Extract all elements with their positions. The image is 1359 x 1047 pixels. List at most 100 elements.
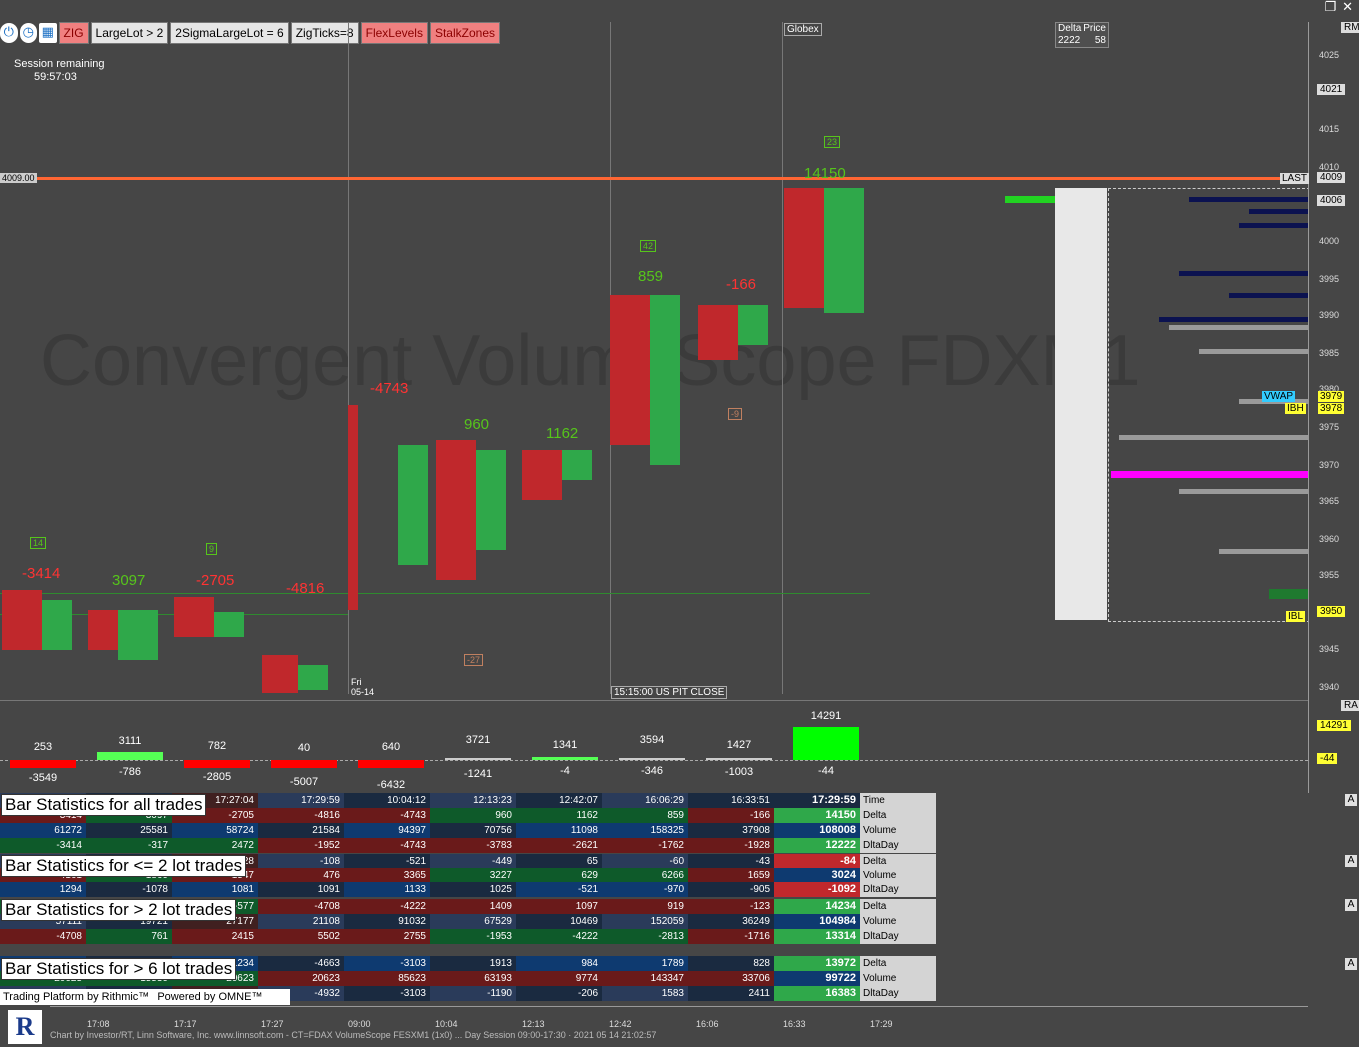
price-tick: 3970 bbox=[1319, 460, 1340, 470]
delta-histogram-panel: 253 -3549 3111 -786 782 -2805 40 -5007 6… bbox=[0, 700, 1308, 794]
stats-cell: -2813 bbox=[602, 929, 688, 944]
stats-row-label: Volume bbox=[860, 971, 936, 986]
histogram-axis[interactable]: RA 14291 -44 bbox=[1308, 700, 1359, 793]
zig-button[interactable]: ZIG bbox=[58, 22, 89, 44]
session-time: 59:57:03 bbox=[34, 71, 77, 83]
bar-delta-2: 3097 bbox=[112, 572, 146, 589]
rm-label[interactable]: RM bbox=[1341, 22, 1359, 33]
flexlevels-button[interactable]: FlexLevels bbox=[360, 22, 428, 44]
footprint-bar-2 bbox=[88, 610, 172, 670]
stats-cell: 25581 bbox=[86, 823, 172, 838]
largelot-button[interactable]: LargeLot > 2 bbox=[90, 22, 169, 44]
stats-flag-le2[interactable]: A bbox=[1345, 855, 1357, 867]
stats-cell: -4708 bbox=[258, 899, 344, 914]
ibl-price-badge: 3950 bbox=[1317, 606, 1346, 617]
stats-row: -4708 761 2415 5502 2755 -1953 -4222 -2813 -1716… bbox=[0, 929, 936, 944]
stats-cell: -60 bbox=[602, 854, 688, 869]
stats-flag-all[interactable]: A bbox=[1345, 794, 1357, 806]
stats-cell: 859 bbox=[602, 808, 688, 823]
price-tick: 4000 bbox=[1319, 236, 1340, 246]
stats-cell: 9774 bbox=[516, 971, 602, 986]
stats-cell: -4708 bbox=[0, 929, 86, 944]
footprint-bar-4 bbox=[262, 655, 346, 695]
stats-cell: 629 bbox=[516, 868, 602, 883]
stats-cell: -3783 bbox=[430, 838, 516, 853]
stats-cell: -1190 bbox=[430, 986, 516, 1001]
stats-title-all: Bar Statistics for all trades bbox=[1, 794, 207, 816]
stats-cell: 1097 bbox=[516, 899, 602, 914]
stats-current-cell: -84 bbox=[774, 854, 860, 869]
session-date: Fri 05-14 bbox=[351, 677, 374, 697]
price-tick: 3985 bbox=[1319, 348, 1340, 358]
stats-flag-gt2[interactable]: A bbox=[1345, 899, 1357, 911]
stats-cell: 85623 bbox=[344, 971, 430, 986]
profile-bar bbox=[1179, 271, 1309, 276]
stats-cell: -1716 bbox=[688, 929, 774, 944]
price-tick: 3990 bbox=[1319, 310, 1340, 320]
stats-row: 1294 -1078 1081 1091 1133 1025 -521 -970 -905 -10… bbox=[0, 882, 936, 897]
hist-bar-9 bbox=[706, 758, 772, 760]
bar-delta-6: 960 bbox=[464, 416, 490, 433]
stats-cell: 94397 bbox=[344, 823, 430, 838]
stats-cell: -43 bbox=[688, 854, 774, 869]
footprint-bar-1 bbox=[2, 590, 86, 690]
stats-row-label: Delta bbox=[860, 854, 936, 869]
hist-top-3: 782 bbox=[207, 740, 227, 752]
footprint-bar-9 bbox=[698, 305, 782, 365]
stalkzones-button[interactable]: StalkZones bbox=[429, 22, 500, 44]
stats-cell: 984 bbox=[516, 956, 602, 971]
chart-settings-icon[interactable]: ▦ bbox=[39, 23, 57, 43]
ra-label[interactable]: RA bbox=[1341, 700, 1359, 711]
stats-cell: 3227 bbox=[430, 868, 516, 883]
clock-icon[interactable]: ◷ bbox=[19, 23, 38, 43]
restore-icon[interactable]: ❐ bbox=[1324, 0, 1336, 20]
stats-cell: -521 bbox=[344, 854, 430, 869]
stats-cell: 828 bbox=[688, 956, 774, 971]
hist-bottom-1: -3549 bbox=[28, 772, 58, 784]
sigma-largelot-button[interactable]: 2SigmaLargeLot = 6 bbox=[170, 22, 289, 44]
last-label: LAST bbox=[1280, 173, 1310, 184]
stats-cell: 1081 bbox=[172, 882, 258, 897]
stats-row-label: Delta bbox=[860, 808, 936, 823]
price-axis[interactable]: RM 4025 4015 4010 4000 3995 3990 3985 39… bbox=[1308, 22, 1359, 700]
price-tick: 3940 bbox=[1319, 682, 1340, 692]
stats-cell: 65 bbox=[516, 854, 602, 869]
power-icon[interactable]: ⏻ bbox=[0, 23, 18, 43]
ibl-label: IBL bbox=[1286, 611, 1306, 622]
pit-close-label: 15:15:00 US PIT CLOSE bbox=[611, 686, 728, 699]
zig-tag-2: 9 bbox=[206, 543, 218, 555]
hist-bar-8 bbox=[619, 758, 685, 760]
day-label: Fri bbox=[351, 677, 362, 687]
zig-tag-6: -9 bbox=[728, 408, 743, 420]
price-tick: 4010 bbox=[1319, 162, 1340, 172]
stats-cell: -166 bbox=[688, 808, 774, 823]
time-axis[interactable]: 17:08 17:17 17:27 09:00 10:04 12:13 12:4… bbox=[50, 1006, 1308, 1031]
stats-cell: -970 bbox=[602, 882, 688, 897]
profile-bar bbox=[1249, 209, 1309, 214]
hist-bar-7 bbox=[532, 757, 598, 760]
close-icon[interactable]: ✕ bbox=[1342, 0, 1353, 20]
chart-watermark: Convergent VolumeScope FDXM1 bbox=[40, 321, 1141, 401]
delta-header-value: 2222 bbox=[1058, 35, 1081, 46]
stats-flag-gt6[interactable]: A bbox=[1345, 958, 1357, 970]
stats-cell: 33706 bbox=[688, 971, 774, 986]
last-price-line bbox=[0, 177, 1308, 180]
stats-cell: 21108 bbox=[258, 914, 344, 929]
stats-cell: -317 bbox=[86, 838, 172, 853]
profile-bar bbox=[1219, 549, 1309, 554]
stats-cell: -4743 bbox=[344, 838, 430, 853]
hist-bottom-4: -5007 bbox=[289, 776, 319, 788]
time-tick: 17:17 bbox=[174, 1019, 197, 1029]
stats-current-cell: 12222 bbox=[774, 838, 860, 853]
stats-current-cell: 104984 bbox=[774, 914, 860, 929]
delta-price-header: Delta Price 2222 58 bbox=[1055, 22, 1109, 48]
time-tick: 12:13 bbox=[522, 1019, 545, 1029]
stats-cell: 70756 bbox=[430, 823, 516, 838]
stats-cell: -1078 bbox=[86, 882, 172, 897]
stats-row-label: DltaDay bbox=[860, 986, 936, 1001]
vwap-value: 3979 bbox=[1318, 391, 1345, 402]
stats-cell: -3414 bbox=[0, 838, 86, 853]
profile-bar bbox=[1269, 589, 1309, 599]
stats-cell: 11098 bbox=[516, 823, 602, 838]
stats-cell: -108 bbox=[258, 854, 344, 869]
